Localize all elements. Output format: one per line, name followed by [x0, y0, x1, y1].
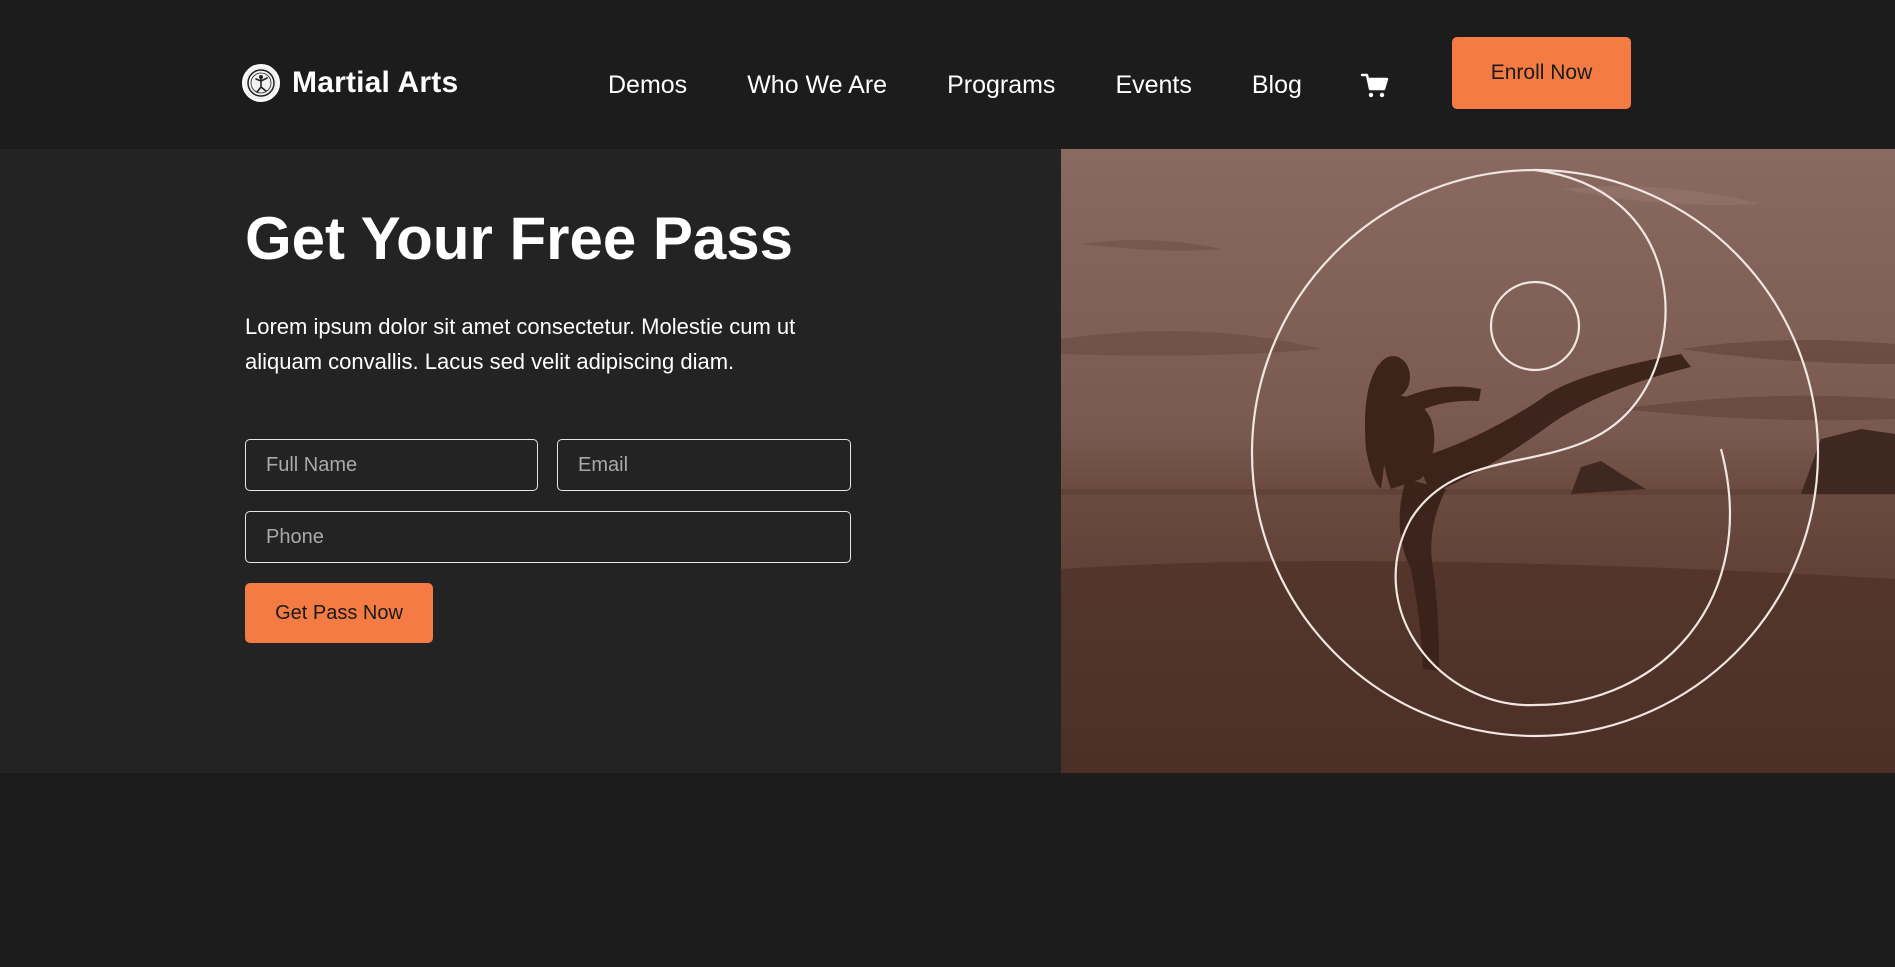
nav-item-blog[interactable]: Blog: [1252, 71, 1302, 100]
get-pass-now-button[interactable]: Get Pass Now: [245, 583, 433, 643]
free-pass-panel: Get Your Free Pass Lorem ipsum dolor sit…: [0, 149, 1061, 773]
free-pass-section: Get Your Free Pass Lorem ipsum dolor sit…: [0, 149, 1895, 773]
hero-image: [1061, 149, 1895, 773]
hero-description: Lorem ipsum dolor sit amet consectetur. …: [245, 314, 796, 374]
brand-name: Martial Arts: [292, 66, 459, 99]
martial-arts-logo-icon: [242, 64, 280, 102]
phone-input[interactable]: [245, 511, 851, 563]
nav-item-demos[interactable]: Demos: [608, 71, 687, 100]
nav-item-who-we-are[interactable]: Who We Are: [747, 71, 887, 100]
brand-logo-link[interactable]: Martial Arts: [242, 64, 458, 102]
beach-kick-photo: [1061, 149, 1895, 773]
nav-item-programs[interactable]: Programs: [947, 71, 1055, 100]
page-title: Get Your Free Pass: [245, 205, 794, 272]
site-header: Martial Arts Demos Who We Are Programs E…: [0, 0, 1895, 149]
cart-icon[interactable]: [1360, 70, 1390, 100]
nav-item-events[interactable]: Events: [1115, 71, 1191, 100]
main-nav: Demos Who We Are Programs Events Blog: [608, 66, 1362, 104]
email-input[interactable]: [557, 439, 851, 491]
full-name-input[interactable]: [245, 439, 538, 491]
enroll-now-button[interactable]: Enroll Now: [1452, 37, 1631, 109]
